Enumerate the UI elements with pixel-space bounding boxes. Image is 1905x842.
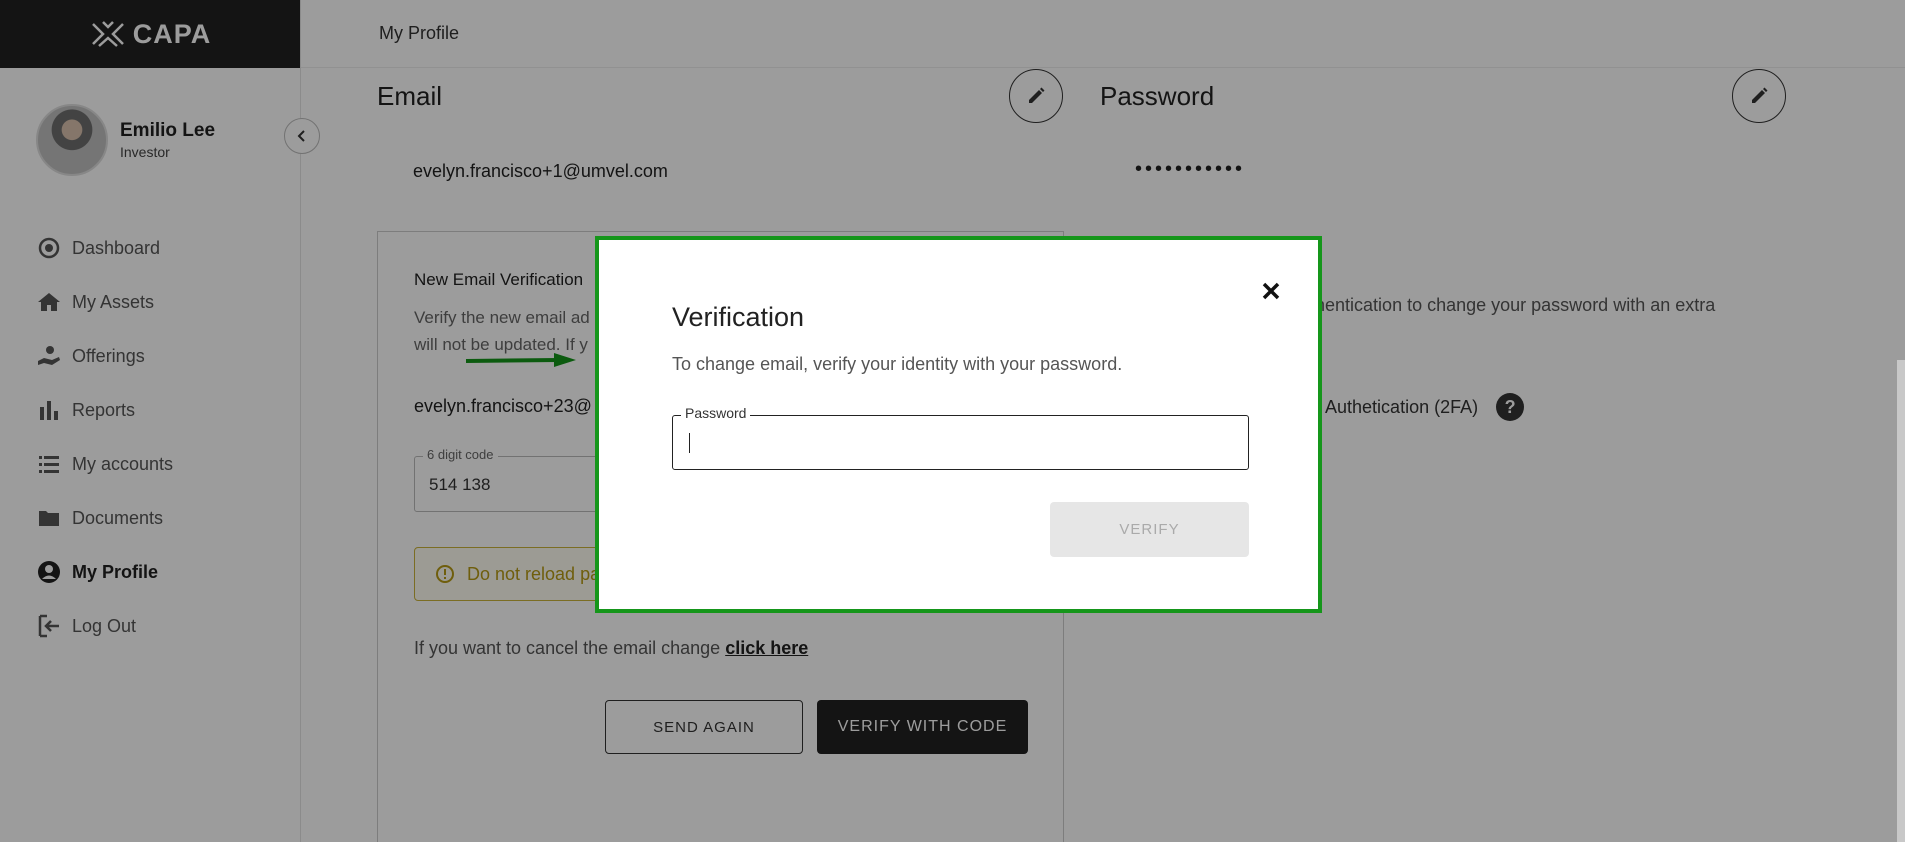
close-button[interactable] <box>1256 276 1286 306</box>
password-field[interactable]: Password <box>672 405 1249 470</box>
verify-button[interactable]: VERIFY <box>1050 502 1249 557</box>
text-cursor <box>689 433 690 453</box>
verification-modal: Verification To change email, verify you… <box>595 236 1322 613</box>
modal-title: Verification <box>672 302 805 332</box>
scrollbar[interactable] <box>1897 360 1905 842</box>
password-label: Password <box>681 405 751 421</box>
password-input[interactable] <box>685 428 1235 458</box>
close-icon <box>1262 282 1280 300</box>
modal-description: To change email, verify your identity wi… <box>672 354 1123 374</box>
